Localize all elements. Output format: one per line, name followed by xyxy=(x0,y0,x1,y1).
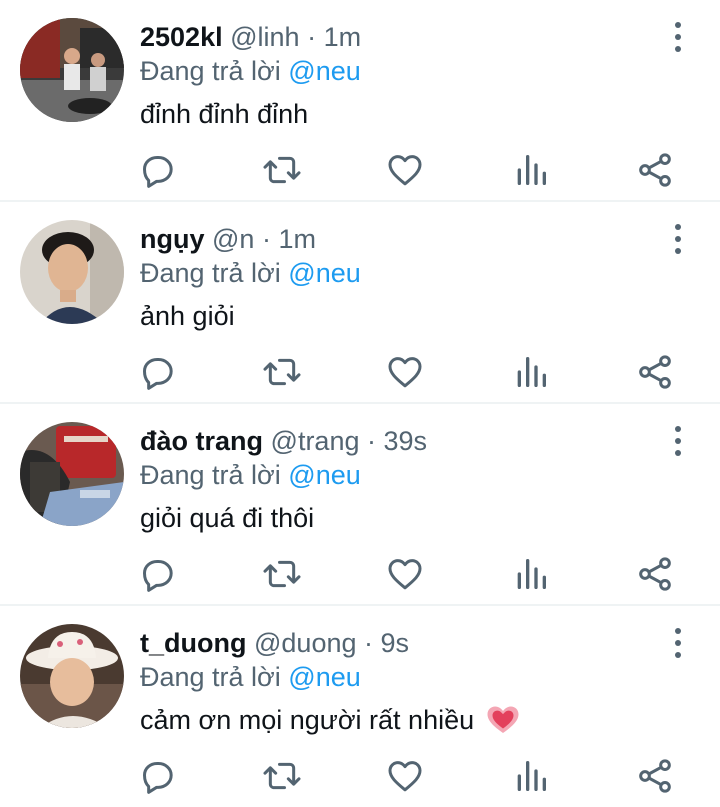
heart-emoji-icon xyxy=(486,705,520,744)
timestamp[interactable]: 1m xyxy=(324,22,362,52)
author-name[interactable]: 2502kl xyxy=(140,22,223,52)
author-handle[interactable]: @duong xyxy=(254,628,357,658)
author-name[interactable]: đào trang xyxy=(140,426,263,456)
author-handle[interactable]: @linh xyxy=(230,22,299,52)
reply-icon[interactable] xyxy=(137,554,177,594)
avatar[interactable] xyxy=(20,624,124,728)
reply-icon[interactable] xyxy=(137,352,177,392)
tweet[interactable]: t_duong @duong · 9s Đang trả lời @neu cả… xyxy=(0,606,720,807)
action-bar xyxy=(0,756,720,796)
author-handle[interactable]: @n xyxy=(212,224,254,254)
reply-prefix: Đang trả lời xyxy=(140,460,281,490)
tweet-text: ảnh giỏi xyxy=(140,301,235,331)
heart-icon[interactable] xyxy=(385,554,425,594)
reply-context: Đang trả lời @neu xyxy=(140,54,361,88)
avatar[interactable] xyxy=(20,220,124,324)
mention-link[interactable]: @neu xyxy=(288,662,360,692)
share-icon[interactable] xyxy=(635,150,675,190)
reply-icon[interactable] xyxy=(137,756,177,796)
tweet[interactable]: ngụy @n · 1m Đang trả lời @neu ảnh giỏi xyxy=(0,202,720,404)
separator-dot: · xyxy=(307,22,317,52)
reply-context: Đang trả lời @neu xyxy=(140,458,361,492)
reply-prefix: Đang trả lời xyxy=(140,662,281,692)
more-vertical-icon[interactable] xyxy=(664,628,692,658)
retweet-icon[interactable] xyxy=(262,352,302,392)
share-icon[interactable] xyxy=(635,554,675,594)
share-icon[interactable] xyxy=(635,756,675,796)
reply-feed: 2502kl @linh · 1m Đang trả lời @neu đỉnh… xyxy=(0,0,720,807)
analytics-icon[interactable] xyxy=(511,352,551,392)
mention-link[interactable]: @neu xyxy=(288,56,360,86)
separator-dot: · xyxy=(261,224,271,254)
author-name[interactable]: t_duong xyxy=(140,628,246,658)
author-name[interactable]: ngụy xyxy=(140,224,205,254)
tweet-text: đỉnh đỉnh đỉnh xyxy=(140,99,309,129)
reply-prefix: Đang trả lời xyxy=(140,258,281,288)
analytics-icon[interactable] xyxy=(511,150,551,190)
avatar-cowboy-hat xyxy=(20,624,124,728)
avatar-bag-photo xyxy=(20,422,124,526)
action-bar xyxy=(0,352,720,392)
retweet-icon[interactable] xyxy=(262,554,302,594)
heart-icon[interactable] xyxy=(385,756,425,796)
retweet-icon[interactable] xyxy=(262,150,302,190)
timestamp[interactable]: 9s xyxy=(381,628,410,658)
more-vertical-icon[interactable] xyxy=(664,426,692,456)
more-vertical-icon[interactable] xyxy=(664,22,692,52)
reply-icon[interactable] xyxy=(137,150,177,190)
avatar[interactable] xyxy=(20,422,124,526)
tweet[interactable]: 2502kl @linh · 1m Đang trả lời @neu đỉnh… xyxy=(0,0,720,202)
separator-dot: · xyxy=(367,426,376,456)
avatar-street-photo xyxy=(20,18,124,122)
timestamp[interactable]: 39s xyxy=(384,426,428,456)
timestamp[interactable]: 1m xyxy=(278,224,316,254)
analytics-icon[interactable] xyxy=(511,756,551,796)
avatar-selfie xyxy=(20,220,124,324)
analytics-icon[interactable] xyxy=(511,554,551,594)
reply-context: Đang trả lời @neu xyxy=(140,256,361,290)
action-bar xyxy=(0,150,720,190)
heart-icon[interactable] xyxy=(385,150,425,190)
author-handle[interactable]: @trang xyxy=(271,426,360,456)
mention-link[interactable]: @neu xyxy=(288,258,360,288)
reply-context: Đang trả lời @neu xyxy=(140,660,361,694)
separator-dot: · xyxy=(364,628,374,658)
mention-link[interactable]: @neu xyxy=(288,460,360,490)
tweet[interactable]: đào trang @trang · 39s Đang trả lời @neu… xyxy=(0,404,720,606)
tweet-text: cảm ơn mọi người rất nhiều xyxy=(140,705,475,735)
tweet-text: giỏi quá đi thôi xyxy=(140,503,315,533)
avatar[interactable] xyxy=(20,18,124,122)
heart-icon[interactable] xyxy=(385,352,425,392)
retweet-icon[interactable] xyxy=(262,756,302,796)
share-icon[interactable] xyxy=(635,352,675,392)
action-bar xyxy=(0,554,720,594)
reply-prefix: Đang trả lời xyxy=(140,56,281,86)
tweet-text-row: cảm ơn mọi người rất nhiều xyxy=(140,702,520,744)
more-vertical-icon[interactable] xyxy=(664,224,692,254)
